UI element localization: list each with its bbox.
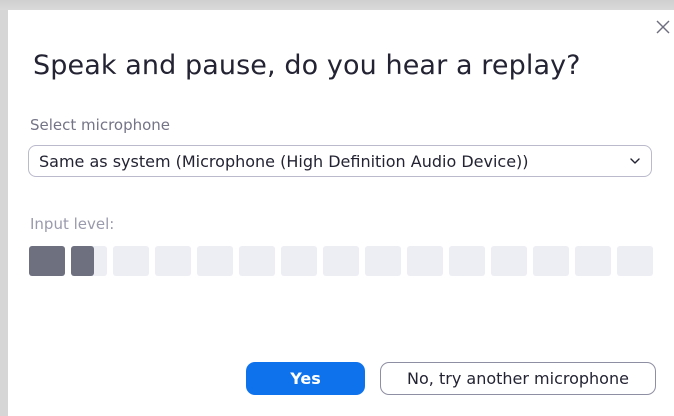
dialog-title: Speak and pause, do you hear a replay?	[33, 50, 581, 81]
input-level-segment	[29, 246, 65, 276]
select-microphone-label: Select microphone	[30, 116, 171, 134]
close-button[interactable]	[652, 16, 674, 38]
input-level-segment	[533, 246, 569, 276]
input-level-segment	[491, 246, 527, 276]
input-level-label: Input level:	[30, 215, 115, 233]
input-level-segment	[323, 246, 359, 276]
input-level-segment-fill	[71, 246, 95, 276]
microphone-select-value: Same as system (Microphone (High Definit…	[39, 152, 529, 171]
input-level-segment	[575, 246, 611, 276]
input-level-segment	[239, 246, 275, 276]
input-level-segment	[617, 246, 653, 276]
input-level-segment	[113, 246, 149, 276]
yes-button[interactable]: Yes	[246, 362, 365, 395]
microphone-select[interactable]: Same as system (Microphone (High Definit…	[28, 145, 652, 177]
try-another-microphone-button[interactable]: No, try another microphone	[380, 362, 656, 395]
background-window-strip	[0, 0, 674, 10]
close-icon	[656, 20, 670, 34]
input-level-segment-fill	[29, 246, 65, 276]
input-level-segment	[407, 246, 443, 276]
chevron-down-icon	[630, 158, 640, 164]
input-level-segment	[281, 246, 317, 276]
input-level-segment	[365, 246, 401, 276]
input-level-segment	[449, 246, 485, 276]
input-level-segment	[71, 246, 107, 276]
input-level-meter	[29, 246, 655, 276]
input-level-segment	[155, 246, 191, 276]
microphone-test-dialog: Speak and pause, do you hear a replay? S…	[8, 10, 674, 416]
input-level-segment	[197, 246, 233, 276]
